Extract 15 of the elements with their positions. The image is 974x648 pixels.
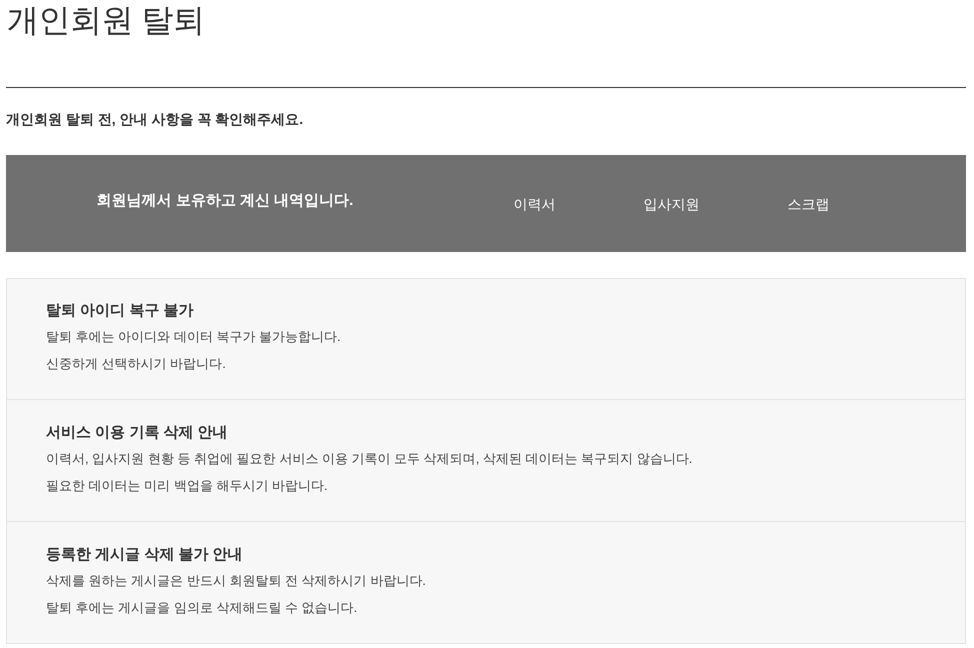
notice-text: 삭제를 원하는 게시글은 반드시 회원탈퇴 전 삭제하시기 바랍니다. [46,572,426,590]
holdings-item: 스크랩 [788,194,830,214]
notice-heading: 탈퇴 아이디 복구 불가 [46,301,194,321]
notice-text: 필요한 데이터는 미리 백업을 해두시기 바랍니다. [46,477,328,495]
notice-text: 이력서, 입사지원 현황 등 취업에 필요한 서비스 이용 기록이 모두 삭제되며, 삭제된 데이터는 복구되지 않습니다. [46,450,692,468]
notice-heading: 서비스 이용 기록 삭제 안내 [46,423,228,443]
holdings-message: 회원님께서 보유하고 계신 내역입니다. [96,190,354,210]
notice-text: 탈퇴 후에는 게시글을 임의로 삭제해드릴 수 없습니다. [46,599,358,617]
holdings-item: 입사지원 [644,194,700,214]
intro-text: 개인회원 탈퇴 전, 안내 사항을 꼭 확인해주세요. [6,110,304,129]
notice-text: 신중하게 선택하시기 바랍니다. [46,355,226,373]
page-title: 개인회원 탈퇴 [6,1,204,40]
notice-heading: 등록한 게시글 삭제 불가 안내 [46,545,243,565]
notice-text: 탈퇴 후에는 아이디와 데이터 복구가 불가능합니다. [46,328,341,346]
holdings-item: 이력서 [514,194,556,214]
